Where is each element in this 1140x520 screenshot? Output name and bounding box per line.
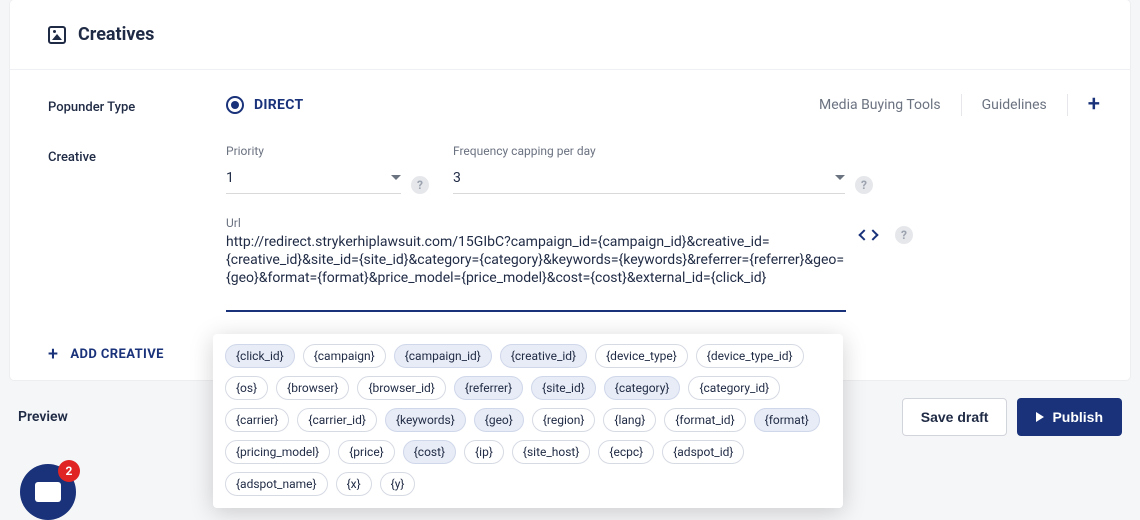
notification-badge: 2: [58, 460, 80, 482]
popunder-type-row: Popunder Type DIRECT Media Buying Tools …: [48, 94, 1100, 116]
macro-token[interactable]: {browser_id}: [357, 376, 445, 400]
publish-label: Publish: [1052, 409, 1103, 425]
macro-token[interactable]: {lang}: [603, 408, 656, 432]
macro-token[interactable]: {device_type_id}: [696, 344, 804, 368]
help-icon[interactable]: ?: [855, 176, 873, 194]
priority-value: 1: [226, 170, 234, 186]
macro-token[interactable]: {format}: [754, 408, 820, 432]
help-icon[interactable]: ?: [895, 226, 913, 244]
publish-button[interactable]: Publish: [1017, 398, 1122, 436]
creative-row: Creative Priority 1 ?: [48, 144, 1100, 316]
add-creative-label: ADD CREATIVE: [70, 347, 163, 362]
popunder-type-label: Popunder Type: [48, 94, 226, 115]
add-icon[interactable]: +: [1088, 94, 1100, 116]
macro-token[interactable]: {adspot_name}: [225, 472, 328, 496]
popunder-type-radio[interactable]: [226, 96, 244, 114]
macro-token[interactable]: {cost}: [403, 440, 456, 464]
creative-label: Creative: [48, 144, 226, 165]
macro-token[interactable]: {carrier_id}: [297, 408, 377, 432]
guidelines-link[interactable]: Guidelines: [982, 97, 1047, 113]
macro-token[interactable]: {category}: [604, 376, 681, 400]
frequency-capping-field: Frequency capping per day 3: [453, 144, 845, 194]
macro-token[interactable]: {format_id}: [664, 408, 745, 432]
macro-token[interactable]: {campaign_id}: [394, 344, 492, 368]
macro-token[interactable]: {click_id}: [225, 344, 295, 368]
macro-token[interactable]: {device_type}: [595, 344, 688, 368]
macro-token[interactable]: {os}: [225, 376, 268, 400]
macro-token[interactable]: {referrer}: [454, 376, 523, 400]
macro-token[interactable]: {ecpc}: [598, 440, 654, 464]
save-draft-label: Save draft: [921, 409, 989, 425]
priority-field: Priority 1: [226, 144, 401, 194]
macro-token[interactable]: {pricing_model}: [225, 440, 330, 464]
priority-label: Priority: [226, 144, 401, 158]
panel-header: Creatives: [10, 0, 1130, 70]
macro-token[interactable]: {y}: [380, 472, 416, 496]
macro-token[interactable]: {browser}: [276, 376, 349, 400]
macro-token[interactable]: {creative_id}: [500, 344, 587, 368]
plus-icon: +: [48, 346, 58, 364]
macro-token[interactable]: {campaign}: [303, 344, 386, 368]
chevron-down-icon: [391, 175, 401, 180]
frequency-value: 3: [453, 170, 461, 186]
creatives-panel: Creatives Popunder Type DIRECT Media Buy…: [10, 0, 1130, 380]
macro-token[interactable]: {geo}: [474, 408, 524, 432]
creatives-icon: [48, 26, 66, 44]
divider: [1067, 94, 1068, 116]
preview-label: Preview: [18, 409, 68, 425]
popunder-type-value: DIRECT: [254, 97, 303, 113]
play-icon: [1036, 412, 1044, 422]
chat-widget[interactable]: 2: [20, 464, 76, 520]
chat-icon: [35, 482, 61, 502]
macro-token-popover: {click_id} {campaign} {campaign_id} {creati…: [213, 334, 843, 508]
add-creative-button[interactable]: + ADD CREATIVE: [10, 328, 164, 370]
media-buying-tools-link[interactable]: Media Buying Tools: [819, 97, 941, 113]
macro-token[interactable]: {site_host}: [512, 440, 591, 464]
frequency-label: Frequency capping per day: [453, 144, 845, 158]
macro-token[interactable]: {keywords}: [385, 408, 466, 432]
macro-token[interactable]: {x}: [336, 472, 372, 496]
priority-select[interactable]: 1: [226, 162, 401, 194]
macro-token[interactable]: {adspot_id}: [662, 440, 744, 464]
divider: [961, 94, 962, 116]
url-label: Url: [226, 216, 846, 230]
macro-token[interactable]: {ip}: [464, 440, 504, 464]
section-title: Creatives: [78, 24, 154, 45]
macro-token[interactable]: {category_id}: [688, 376, 780, 400]
url-field: Url: [226, 216, 846, 316]
macro-token[interactable]: {price}: [338, 440, 395, 464]
save-draft-button[interactable]: Save draft: [902, 398, 1008, 436]
code-icon[interactable]: [860, 231, 877, 239]
frequency-select[interactable]: 3: [453, 162, 845, 194]
help-icon[interactable]: ?: [411, 176, 429, 194]
url-input[interactable]: [226, 234, 846, 312]
macro-token[interactable]: {carrier}: [225, 408, 289, 432]
macro-token[interactable]: {site_id}: [531, 376, 596, 400]
macro-token[interactable]: {region}: [532, 408, 596, 432]
chevron-down-icon: [835, 175, 845, 180]
